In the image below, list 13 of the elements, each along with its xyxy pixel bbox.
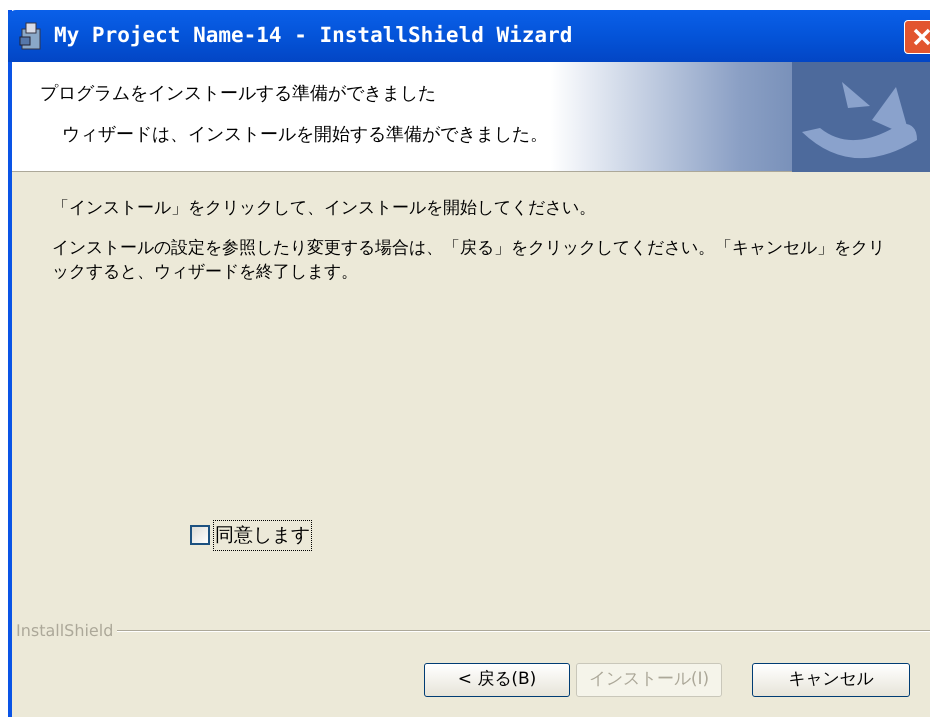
swirl-logo-icon: [792, 62, 930, 172]
instruction-text: 「インストール」をクリックして、インストールを開始してください。: [52, 197, 597, 220]
window-title: My Project Name-14 - InstallShield Wizard: [54, 22, 572, 50]
agree-checkbox[interactable]: [190, 525, 210, 546]
close-icon: [912, 27, 930, 47]
cancel-button[interactable]: キャンセル: [752, 662, 910, 696]
brand-label: InstallShield: [16, 620, 114, 642]
header-subtitle: ウィザードは、インストールを開始する準備ができました。: [61, 123, 548, 147]
back-button[interactable]: < 戻る(B): [424, 662, 570, 696]
close-button[interactable]: [904, 20, 930, 54]
agree-label[interactable]: 同意します: [213, 520, 312, 550]
instruction-text: インストールの設定を参照したり変更する場合は、「戻る」をクリックしてください。「キャンセル」をクリックすると、ウィザードを終了します。: [52, 237, 886, 284]
header-title: プログラムをインストールする準備ができました: [40, 82, 437, 106]
